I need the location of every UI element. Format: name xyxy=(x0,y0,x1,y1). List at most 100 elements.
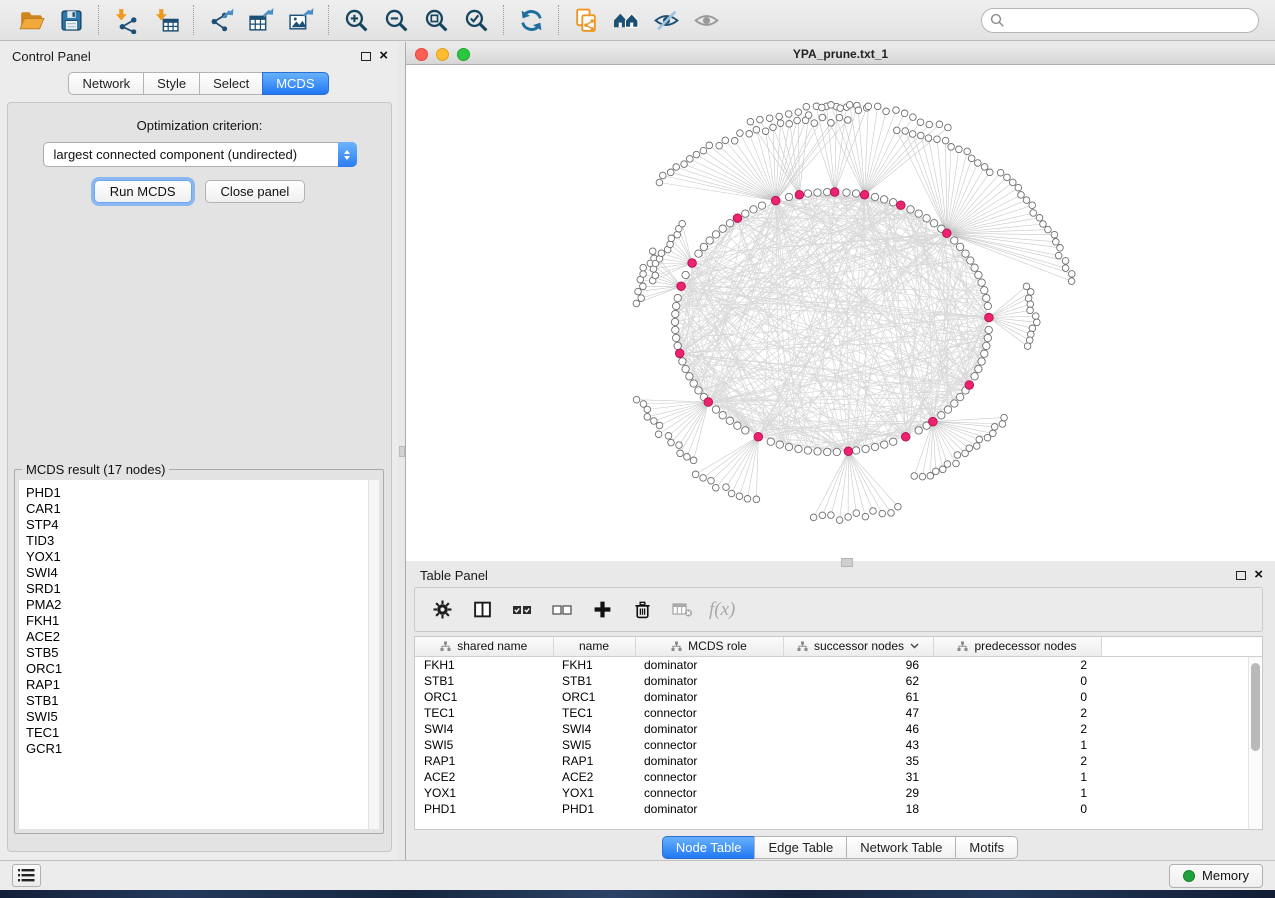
vertical-splitter-handle[interactable] xyxy=(399,446,405,457)
network-graph[interactable] xyxy=(406,65,1273,559)
network-node[interactable] xyxy=(785,443,792,450)
mcds-node[interactable] xyxy=(860,191,869,200)
network-node[interactable] xyxy=(956,393,963,400)
network-node[interactable] xyxy=(719,225,726,232)
network-node[interactable] xyxy=(673,334,680,341)
network-leaf-node[interactable] xyxy=(640,264,647,271)
network-leaf-node[interactable] xyxy=(690,457,697,464)
mcds-result-item[interactable]: GCR1 xyxy=(26,741,379,757)
network-node[interactable] xyxy=(956,243,963,250)
table-cell[interactable]: SWI4 xyxy=(553,720,635,736)
network-leaf-node[interactable] xyxy=(987,169,994,176)
network-leaf-node[interactable] xyxy=(968,155,975,162)
tab-network-table[interactable]: Network Table xyxy=(846,836,956,859)
network-node[interactable] xyxy=(890,199,897,206)
network-leaf-node[interactable] xyxy=(901,110,908,117)
network-leaf-node[interactable] xyxy=(667,241,674,248)
col-shared-name[interactable]: shared name xyxy=(415,637,553,656)
network-node[interactable] xyxy=(881,441,888,448)
table-cell[interactable]: dominator xyxy=(635,720,783,736)
mcds-result-item[interactable]: STB5 xyxy=(26,645,379,661)
search-input[interactable] xyxy=(981,8,1259,33)
table-cell[interactable]: dominator xyxy=(635,672,783,688)
network-leaf-node[interactable] xyxy=(919,473,926,480)
network-leaf-node[interactable] xyxy=(1040,221,1047,228)
network-leaf-node[interactable] xyxy=(660,172,667,179)
network-leaf-node[interactable] xyxy=(649,248,656,255)
network-leaf-node[interactable] xyxy=(676,442,683,449)
network-leaf-node[interactable] xyxy=(893,107,900,114)
task-history-button[interactable] xyxy=(12,864,41,887)
table-row[interactable]: RAP1RAP1dominator352 xyxy=(415,752,1262,768)
network-leaf-node[interactable] xyxy=(942,137,949,144)
network-leaf-node[interactable] xyxy=(655,431,662,438)
mcds-node[interactable] xyxy=(771,196,780,205)
network-node[interactable] xyxy=(971,264,978,271)
col-predecessor-nodes[interactable]: predecessor nodes xyxy=(933,637,1101,656)
table-cell[interactable]: SWI5 xyxy=(553,736,635,752)
network-leaf-node[interactable] xyxy=(902,128,909,135)
network-node[interactable] xyxy=(978,279,985,286)
mcds-node[interactable] xyxy=(675,349,684,358)
table-cell[interactable]: 2 xyxy=(933,704,1101,720)
network-leaf-node[interactable] xyxy=(828,512,835,519)
mcds-result-item[interactable]: SRD1 xyxy=(26,581,379,597)
network-leaf-node[interactable] xyxy=(722,137,729,144)
network-leaf-node[interactable] xyxy=(975,160,982,167)
network-node[interactable] xyxy=(915,427,922,434)
network-leaf-node[interactable] xyxy=(652,272,659,279)
network-node[interactable] xyxy=(938,412,945,419)
table-cell[interactable]: 0 xyxy=(933,688,1101,704)
network-leaf-node[interactable] xyxy=(658,250,665,257)
mcds-result-item[interactable]: ORC1 xyxy=(26,661,379,677)
mcds-node[interactable] xyxy=(901,433,910,442)
network-leaf-node[interactable] xyxy=(945,124,952,131)
table-row[interactable]: YOX1YOX1connector291 xyxy=(415,784,1262,800)
function-builder-button[interactable]: f(x) xyxy=(709,599,735,621)
mcds-result-scrollbar[interactable] xyxy=(368,480,379,829)
tab-network[interactable]: Network xyxy=(68,72,144,95)
network-leaf-node[interactable] xyxy=(786,121,793,128)
mcds-node[interactable] xyxy=(795,191,804,200)
table-row[interactable]: PHD1PHD1dominator180 xyxy=(415,800,1262,816)
tab-edge-table[interactable]: Edge Table xyxy=(754,836,847,859)
network-leaf-node[interactable] xyxy=(770,124,777,131)
network-node[interactable] xyxy=(983,342,990,349)
network-leaf-node[interactable] xyxy=(933,468,940,475)
network-leaf-node[interactable] xyxy=(777,120,784,127)
network-node[interactable] xyxy=(695,250,702,257)
tab-select[interactable]: Select xyxy=(199,72,263,95)
network-leaf-node[interactable] xyxy=(805,112,812,119)
export-table-button[interactable] xyxy=(243,5,279,35)
mcds-node[interactable] xyxy=(985,313,994,322)
network-leaf-node[interactable] xyxy=(1027,289,1034,296)
delete-column-button[interactable] xyxy=(629,597,655,623)
table-row[interactable]: FKH1FKH1dominator962 xyxy=(415,656,1262,672)
network-node[interactable] xyxy=(824,188,831,195)
table-cell[interactable]: SWI4 xyxy=(415,720,553,736)
network-node[interactable] xyxy=(962,250,969,257)
zoom-fit-button[interactable] xyxy=(418,5,454,35)
network-leaf-node[interactable] xyxy=(917,119,924,126)
export-network-button[interactable] xyxy=(203,5,239,35)
network-leaf-node[interactable] xyxy=(974,443,981,450)
network-node[interactable] xyxy=(852,190,859,197)
table-cell[interactable]: dominator xyxy=(635,688,783,704)
network-leaf-node[interactable] xyxy=(811,120,818,127)
network-leaf-node[interactable] xyxy=(1027,307,1034,314)
mcds-result-item[interactable]: ACE2 xyxy=(26,629,379,645)
table-row[interactable]: STB1STB1dominator620 xyxy=(415,672,1262,688)
network-leaf-node[interactable] xyxy=(911,473,918,480)
table-scrollbar[interactable] xyxy=(1248,657,1262,829)
network-node[interactable] xyxy=(804,447,811,454)
network-leaf-node[interactable] xyxy=(693,151,700,158)
network-leaf-node[interactable] xyxy=(757,116,764,123)
network-leaf-node[interactable] xyxy=(940,466,947,473)
network-node[interactable] xyxy=(814,448,821,455)
export-image-button[interactable] xyxy=(283,5,319,35)
network-leaf-node[interactable] xyxy=(665,433,672,440)
network-leaf-node[interactable] xyxy=(1001,414,1008,421)
network-leaf-node[interactable] xyxy=(716,142,723,149)
network-leaf-node[interactable] xyxy=(836,517,843,524)
network-node[interactable] xyxy=(682,365,689,372)
